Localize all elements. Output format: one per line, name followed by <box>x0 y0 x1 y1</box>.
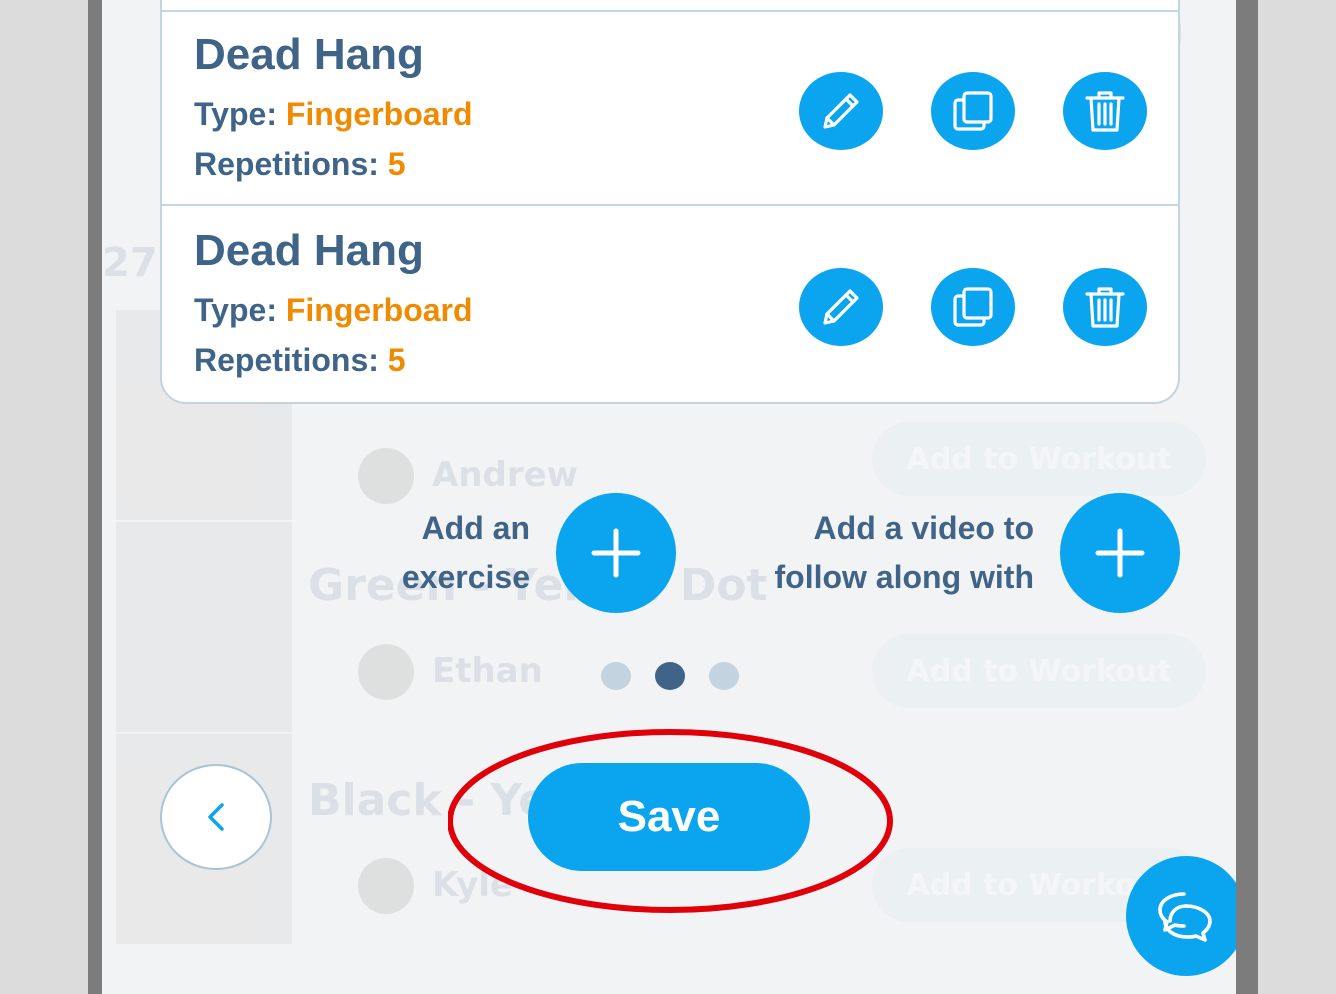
chevron-left-icon <box>208 803 224 831</box>
pencil-icon <box>823 289 859 325</box>
app-screen: Requires moving board Any climbing wall … <box>102 0 1236 994</box>
bg-count: 27 <box>102 240 158 286</box>
back-button[interactable] <box>160 764 272 870</box>
edit-exercise-button[interactable] <box>799 72 883 150</box>
exercise-type: Type: Fingerboard <box>194 96 473 133</box>
bg-route-user: Kyle <box>432 865 514 905</box>
save-button[interactable]: Save <box>528 763 810 871</box>
delete-exercise-button[interactable] <box>1063 268 1147 346</box>
edit-exercise-button[interactable] <box>799 268 883 346</box>
duplicate-exercise-button[interactable] <box>931 268 1015 346</box>
exercise-type-value: Fingerboard <box>285 292 473 328</box>
exercise-type-label: Type: <box>194 96 277 132</box>
bg-add-to-workout: Add to Workout <box>872 422 1206 496</box>
exercise-type: Type: Fingerboard <box>194 292 473 329</box>
add-video-line2: follow along with <box>774 559 1034 595</box>
add-video-line1: Add a video to <box>813 510 1034 546</box>
exercise-reps-label: Repetitions: <box>194 146 379 182</box>
bg-route-user: Ethan <box>432 651 543 691</box>
bg-avatar <box>358 448 414 504</box>
add-video-button[interactable] <box>1060 493 1180 613</box>
exercise-item: Dead Hang Type: Fingerboard Repetitions:… <box>162 10 1178 206</box>
page-dot-active[interactable] <box>655 662 685 690</box>
exercise-type-value: Fingerboard <box>285 96 473 132</box>
page-dot[interactable] <box>601 662 631 690</box>
add-exercise-line2: exercise <box>401 559 530 595</box>
exercise-list-card: Dead Hang Type: Fingerboard Repetitions:… <box>160 0 1180 404</box>
exercise-reps-value: 5 <box>387 342 406 378</box>
exercise-reps-value: 5 <box>387 146 406 182</box>
device-bezel-left <box>0 0 88 994</box>
add-exercise-line1: Add an <box>421 510 530 546</box>
chat-bubbles-icon <box>1158 892 1212 942</box>
device-edge-right <box>1236 0 1258 994</box>
bg-avatar <box>358 644 414 700</box>
device-edge-left <box>88 0 102 994</box>
chat-button[interactable] <box>1126 856 1236 976</box>
exercise-item: Dead Hang Type: Fingerboard Repetitions:… <box>162 208 1178 404</box>
pencil-icon <box>823 93 859 129</box>
duplicate-icon <box>953 287 993 327</box>
device-bezel-right <box>1258 0 1336 994</box>
page-dot[interactable] <box>709 662 739 690</box>
exercise-name: Dead Hang <box>194 226 424 275</box>
exercise-repetitions: Repetitions: 5 <box>194 146 406 183</box>
duplicate-exercise-button[interactable] <box>931 72 1015 150</box>
exercise-repetitions: Repetitions: 5 <box>194 342 406 379</box>
delete-exercise-button[interactable] <box>1063 72 1147 150</box>
plus-icon <box>1095 528 1145 578</box>
bg-add-to-workout: Add to Workout <box>872 634 1206 708</box>
bg-route-thumb <box>116 522 292 732</box>
exercise-type-label: Type: <box>194 292 277 328</box>
add-video-label: Add a video to follow along with <box>704 504 1034 602</box>
add-exercise-button[interactable] <box>556 493 676 613</box>
plus-icon <box>591 528 641 578</box>
bg-avatar <box>358 858 414 914</box>
trash-icon <box>1085 91 1125 132</box>
exercise-reps-label: Repetitions: <box>194 342 379 378</box>
exercise-name: Dead Hang <box>194 30 424 79</box>
bg-route-user: Andrew <box>432 455 579 495</box>
duplicate-icon <box>953 91 993 131</box>
add-exercise-label: Add an exercise <box>300 504 530 602</box>
trash-icon <box>1085 287 1125 328</box>
